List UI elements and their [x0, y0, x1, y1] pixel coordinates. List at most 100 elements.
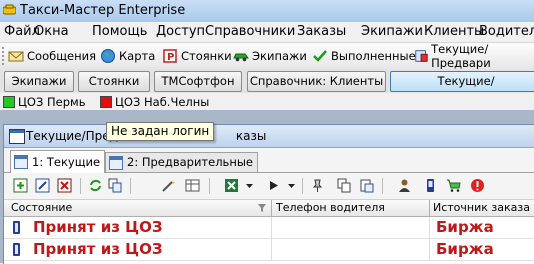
grid-header: Состояние Телефон водителя Источник зака…	[4, 200, 534, 217]
column-header-driver-phone[interactable]: Телефон водителя	[276, 201, 385, 214]
cell-divider	[271, 239, 272, 260]
svg-text:P: P	[167, 52, 174, 63]
dispatch-indicator-label: ЦОЗ Пермь	[18, 95, 86, 109]
dispatch-indicator-perm[interactable]: ЦОЗ Пермь	[3, 95, 85, 109]
status-green-square	[3, 96, 15, 108]
paste-icon[interactable]	[359, 178, 374, 193]
parking-button[interactable]: P Стоянки	[162, 46, 232, 66]
dispatch-indicator-chelny[interactable]: ЦОЗ Наб.Челны	[100, 95, 209, 109]
menu-windows[interactable]: Окна	[34, 24, 69, 39]
dropdown-arrow-icon[interactable]	[242, 178, 257, 193]
calendar-icon	[14, 155, 28, 169]
login-tooltip: Не задан логин	[106, 122, 215, 141]
orders-icon	[415, 50, 428, 62]
main-toolbar: Сообщения Карта P Стоянки Экипажи Выполн…	[0, 42, 534, 70]
edit-order-icon[interactable]	[35, 178, 50, 193]
dropdown-arrow-icon[interactable]	[284, 178, 299, 193]
tab-softphone[interactable]: ТМСофтфон	[154, 71, 242, 92]
parking-label: Стоянки	[181, 49, 232, 63]
delete-order-icon[interactable]	[57, 178, 72, 193]
tab-crews[interactable]: Экипажи	[4, 71, 74, 92]
tab-current-orders[interactable]: Текущие/Предварительные	[390, 71, 534, 107]
dispatch-center-status-bar: ЦОЗ Пермь ЦОЗ Наб.Челны	[0, 93, 534, 110]
table-row[interactable]: Принят из ЦОЗ Биржа	[4, 217, 534, 239]
envelope-icon	[8, 51, 24, 62]
tab-current-label: 1: Текущие	[32, 154, 101, 169]
menu-orders[interactable]: Заказы	[297, 24, 346, 39]
menu-bar: Файл Окна Помощь Доступ Справочники Зака…	[0, 22, 534, 43]
phone-icon	[13, 221, 20, 234]
grid-toolbar	[4, 173, 534, 200]
magic-wand-icon[interactable]	[161, 178, 176, 193]
app-logo-icon	[3, 4, 16, 15]
calendar-icon	[109, 155, 123, 170]
map-button[interactable]: Карта	[100, 46, 155, 66]
title-bar: Такси-Мастер Enterprise	[0, 0, 534, 23]
checkmark-icon	[313, 50, 327, 62]
current-orders-label: Текущие/Предвари	[431, 42, 491, 70]
completed-label: Выполненные	[331, 49, 416, 63]
add-order-icon[interactable]	[13, 178, 28, 193]
order-status: Принят из ЦОЗ	[33, 240, 163, 258]
completed-button[interactable]: Выполненные	[312, 46, 416, 66]
warning-icon[interactable]	[470, 178, 485, 193]
column-header-status[interactable]: Состояние	[11, 201, 72, 214]
messages-button[interactable]: Сообщения	[8, 46, 96, 66]
toolbar-separator	[130, 178, 131, 194]
cell-divider	[271, 217, 272, 238]
toolbar-separator	[382, 178, 383, 194]
window-icon	[9, 129, 25, 144]
play-icon[interactable]	[266, 178, 281, 193]
column-divider[interactable]	[271, 200, 272, 216]
refresh-icon[interactable]	[88, 178, 103, 193]
toolbar-separator	[302, 178, 303, 194]
order-status: Принят из ЦОЗ	[33, 218, 163, 236]
child-window-title-bar[interactable]: Текущие/Пред казы	[4, 125, 534, 148]
messages-label: Сообщения	[27, 49, 97, 63]
tab-client-directory[interactable]: Справочник: Клиенты	[247, 71, 386, 92]
column-header-order-source[interactable]: Источник заказа	[433, 201, 530, 214]
status-red-square	[100, 96, 112, 108]
tab-current[interactable]: 1: Текущие	[10, 150, 106, 173]
menu-references[interactable]: Справочники	[205, 24, 295, 39]
window-title: Такси-Мастер Enterprise	[20, 3, 186, 18]
menu-drivers[interactable]: Водители	[479, 24, 534, 39]
settings-grid-icon[interactable]	[185, 178, 200, 193]
orders-grid: Состояние Телефон водителя Источник зака…	[4, 200, 534, 264]
phone-icon	[13, 243, 20, 256]
dispatch-indicator-label: ЦОЗ Наб.Челны	[115, 95, 210, 109]
filter-icon[interactable]	[258, 204, 266, 212]
cart-icon[interactable]	[446, 178, 461, 193]
map-label: Карта	[119, 49, 156, 63]
menu-help[interactable]: Помощь	[92, 24, 147, 39]
tab-parking[interactable]: Стоянки	[78, 71, 150, 92]
order-source: Биржа	[436, 218, 494, 236]
parking-icon: P	[163, 49, 177, 63]
copy-pages-icon[interactable]	[337, 178, 352, 193]
order-tabs: 1: Текущие 2: Предварительные	[4, 148, 534, 173]
map-icon	[101, 49, 115, 63]
column-divider[interactable]	[429, 200, 430, 216]
table-row[interactable]: Принят из ЦОЗ Биржа	[4, 239, 534, 261]
tab-preliminary-label: 2: Предварительные	[127, 155, 253, 169]
copy-icon[interactable]	[108, 178, 123, 193]
tab-preliminary[interactable]: 2: Предварительные	[105, 152, 258, 172]
cell-divider	[429, 239, 430, 260]
orders-child-window: Текущие/Пред казы 1: Текущие 2: Предварит…	[3, 124, 534, 264]
toolbar-separator	[209, 178, 210, 194]
phone-icon[interactable]	[423, 178, 438, 193]
cell-divider	[429, 217, 430, 238]
crews-button[interactable]: Экипажи	[233, 46, 307, 66]
excel-export-icon[interactable]	[224, 178, 239, 193]
menu-access[interactable]: Доступ	[156, 24, 205, 39]
menu-crews[interactable]: Экипажи	[361, 24, 423, 39]
order-source: Биржа	[436, 240, 494, 258]
pin-icon[interactable]	[310, 178, 325, 193]
toolbar-separator	[80, 178, 81, 194]
crews-label: Экипажи	[252, 49, 307, 63]
car-icon	[233, 53, 249, 62]
driver-icon[interactable]	[397, 178, 412, 193]
toolbar-grip[interactable]	[2, 47, 7, 65]
current-orders-button[interactable]: Текущие/Предвари	[414, 42, 534, 70]
menu-clients[interactable]: Клиенты	[424, 24, 484, 39]
